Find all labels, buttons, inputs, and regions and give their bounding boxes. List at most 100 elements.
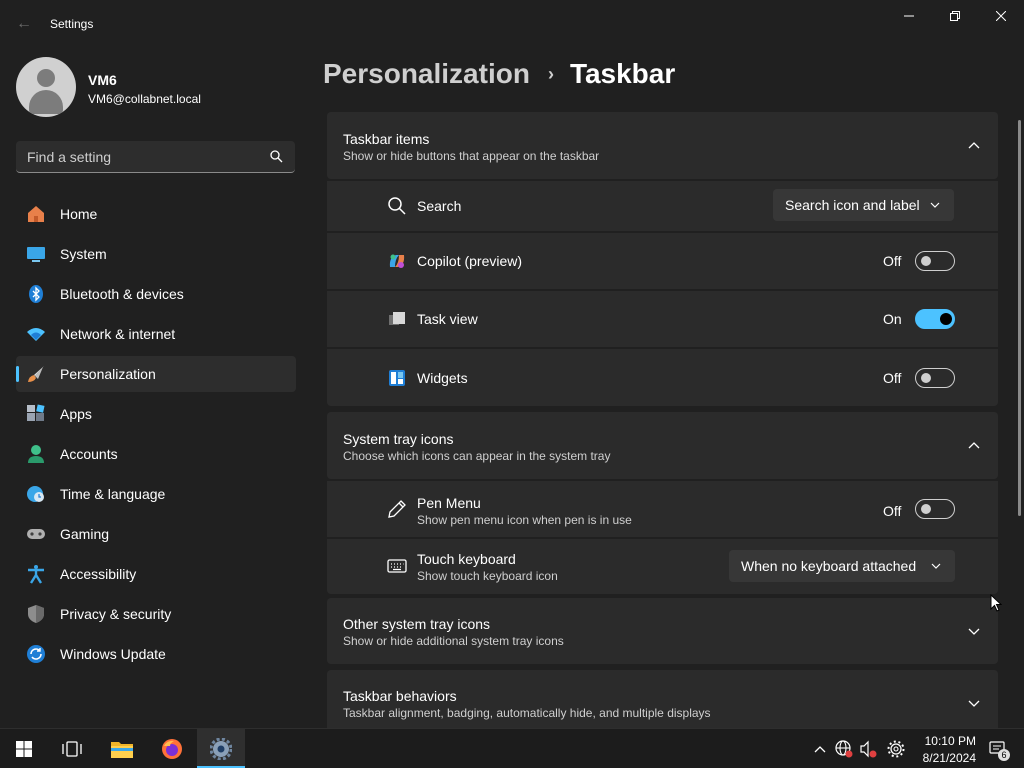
breadcrumb: Personalization › Taskbar [323,58,675,90]
search-input[interactable]: Find a setting [16,141,295,173]
app-title: Settings [50,17,94,31]
apps-icon [27,404,45,421]
accounts-icon [28,445,44,463]
taskbar-firefox[interactable] [148,729,196,768]
sidebar-item-network[interactable]: Network & internet [16,316,296,352]
minimize-button[interactable] [886,0,932,32]
settings-icon [210,738,232,760]
sidebar-item-label: System [60,246,107,262]
chevron-down-icon[interactable] [968,625,980,637]
selection-indicator [16,366,19,382]
sidebar-item-time-language[interactable]: Time & language [16,476,296,512]
setting-label: Copilot (preview) [417,253,523,269]
sidebar-item-home[interactable]: Home [16,196,296,232]
minimize-icon [904,15,914,17]
toggle-knob [921,256,931,266]
search-placeholder: Find a setting [27,149,112,165]
sidebar-item-label: Gaming [60,526,110,542]
sidebar-item-label: Accessibility [60,566,137,582]
section-subtitle: Choose which icons can appear in the sys… [343,449,611,463]
setting-label: Pen Menu [417,495,481,511]
breadcrumb-parent[interactable]: Personalization [323,58,530,90]
chevron-up-icon[interactable] [968,140,980,152]
sidebar-item-apps[interactable]: Apps [16,396,296,432]
setting-row-copilot: Copilot (preview) Off [327,233,998,289]
setting-label: Widgets [417,370,468,386]
sidebar-item-personalization[interactable]: Personalization [16,356,296,392]
sidebar-item-label: Personalization [60,366,156,382]
touch-keyboard-dropdown[interactable]: When no keyboard attached [729,550,955,582]
scrollbar[interactable] [1018,120,1021,516]
taskbar-settings[interactable] [197,729,245,768]
sidebar-item-accounts[interactable]: Accounts [16,436,296,472]
sidebar-item-label: Home [60,206,98,222]
sidebar-item-label: Privacy & security [60,606,172,622]
globe-icon [835,740,853,758]
setting-row-widgets: Widgets Off [327,349,998,406]
section-subtitle: Show or hide additional system tray icon… [343,634,564,648]
sidebar-item-gaming[interactable]: Gaming [16,516,296,552]
avatar[interactable] [16,57,76,117]
taskbar-task-view-button[interactable] [48,729,96,768]
bluetooth-icon [29,285,43,303]
title-bar: ← Settings [0,0,1024,48]
close-button[interactable] [978,0,1024,32]
search-mode-dropdown[interactable]: Search icon and label [773,189,954,221]
toggle-state: Off [883,503,902,519]
accessibility-icon [28,565,44,584]
chevron-down-icon[interactable] [968,697,980,709]
system-tray-header[interactable]: System tray icons Choose which icons can… [327,412,998,479]
sidebar-item-system[interactable]: System [16,236,296,272]
taskbar-file-explorer[interactable] [98,729,146,768]
section-title: Other system tray icons [343,616,491,632]
taskbar-behaviors-header[interactable]: Taskbar behaviors Taskbar alignment, bad… [327,670,998,728]
sidebar-item-accessibility[interactable]: Accessibility [16,556,296,592]
shield-icon [28,605,44,623]
setting-row-search: Search Search icon and label [327,181,998,231]
taskbar-clock-date[interactable]: 8/21/2024 [912,751,976,765]
sidebar-item-label: Apps [60,406,92,422]
system-icon [27,247,45,262]
show-hidden-icons[interactable] [810,739,830,759]
setting-label: Search [417,198,462,214]
close-icon [996,11,1006,21]
section-title: Taskbar behaviors [343,688,457,704]
start-icon [16,741,32,757]
copilot-toggle[interactable] [915,251,955,271]
dropdown-value: Search icon and label [785,197,920,213]
restore-button[interactable] [932,0,978,32]
task-view-icon [62,741,82,757]
start-button[interactable] [0,729,48,768]
widgets-toggle[interactable] [915,368,955,388]
sidebar-item-bluetooth[interactable]: Bluetooth & devices [16,276,296,312]
firefox-icon [162,739,182,759]
notification-count-badge: 6 [998,749,1010,761]
time-language-icon [27,486,44,502]
section-title: Taskbar items [343,131,430,147]
toggle-state: Off [883,370,902,386]
speaker-muted-icon [860,740,877,758]
toggle-state: Off [883,253,902,269]
brush-icon [28,366,44,382]
tray-settings[interactable] [886,739,906,759]
keyboard-icon [387,559,407,573]
chevron-up-icon [814,746,826,753]
pen-menu-toggle[interactable] [915,499,955,519]
notification-center[interactable]: 6 [988,739,1010,761]
search-icon[interactable] [270,150,283,163]
volume-status[interactable] [858,739,878,759]
network-status[interactable] [834,739,854,759]
back-button[interactable]: ← [12,12,36,36]
taskbar-clock-time[interactable]: 10:10 PM [912,734,976,748]
sidebar-item-privacy[interactable]: Privacy & security [16,596,296,632]
section-subtitle: Taskbar alignment, badging, automaticall… [343,706,711,720]
chevron-up-icon[interactable] [968,440,980,452]
other-tray-icons-header[interactable]: Other system tray icons Show or hide add… [327,598,998,664]
user-name: VM6 [88,72,117,88]
setting-description: Show touch keyboard icon [417,569,558,583]
toggle-state: On [883,311,902,327]
task-view-toggle[interactable] [915,309,955,329]
taskbar-items-header[interactable]: Taskbar items Show or hide buttons that … [327,112,998,179]
sidebar-item-windows-update[interactable]: Windows Update [16,636,296,672]
toggle-knob [921,373,931,383]
